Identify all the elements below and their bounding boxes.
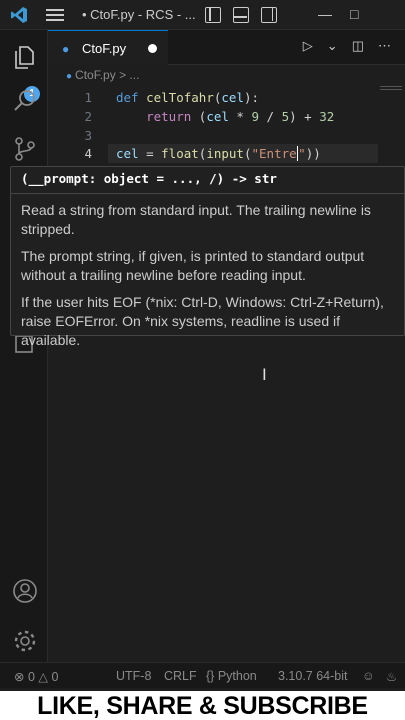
code-line[interactable]: 2 return (cel * 9 / 5) + 32	[48, 107, 378, 126]
toggle-primary-sidebar-icon[interactable]	[205, 7, 221, 23]
explorer-files-icon[interactable]	[12, 44, 38, 70]
notifications-bell-icon[interactable]: ♨	[386, 669, 397, 684]
minimize-icon[interactable]: —	[318, 6, 332, 22]
code-token: cel	[206, 109, 229, 124]
code-token: 5	[281, 109, 290, 124]
code-token: def	[116, 90, 147, 105]
code-token: 32	[319, 109, 335, 124]
code-token: 9	[251, 109, 260, 124]
braces-icon: {}	[206, 669, 215, 683]
more-actions-icon[interactable]: ⋯	[378, 38, 391, 54]
title-bar: • CtoF.py - RCS - ... — □	[0, 0, 405, 30]
python-file-icon: ●	[62, 42, 70, 56]
hover-documentation-popup: (__prompt: object = ..., /) -> str Read …	[10, 166, 405, 348]
code-token: return	[146, 109, 192, 124]
banner-text: LIKE, SHARE & SUBSCRIBE	[37, 692, 368, 720]
doc-paragraph: The prompt string, if given, is printed …	[21, 248, 365, 283]
code-token: "	[298, 146, 306, 161]
code-text: cel = float(input("Entre "))	[116, 144, 321, 163]
subscribe-banner: LIKE, SHARE & SUBSCRIBE	[0, 688, 405, 720]
code-token: input	[206, 146, 244, 161]
breadcrumb[interactable]: ● CtoF.py > ...	[66, 68, 139, 82]
python-file-icon: ●	[66, 71, 73, 82]
eol-indicator[interactable]: CRLF	[164, 669, 197, 683]
code-token: (	[243, 146, 252, 161]
code-token: /	[259, 109, 282, 124]
code-text: return (cel * 9 / 5) + 32	[116, 107, 334, 126]
signature-text: (__prompt: object = ..., /) -> str	[21, 171, 277, 186]
code-line[interactable]: 1 def celTofahr(cel):	[48, 88, 378, 107]
code-token: celTofahr	[146, 90, 214, 105]
search-icon[interactable]	[12, 88, 38, 114]
window-controls: — □	[318, 6, 358, 22]
mouse-ibeam-cursor-icon: I	[262, 365, 267, 384]
code-token: ))	[305, 146, 321, 161]
code-text: def celTofahr(cel):	[116, 88, 259, 107]
toggle-secondary-sidebar-icon[interactable]	[261, 7, 277, 23]
language-label: Python	[217, 669, 257, 683]
error-count: 0	[27, 670, 35, 684]
line-number: 4	[84, 146, 92, 161]
run-dropdown-chevron-icon[interactable]: ⌄	[327, 38, 338, 54]
layout-controls	[205, 7, 277, 23]
code-token: *	[228, 109, 252, 124]
feedback-icon[interactable]: ☺	[362, 669, 375, 683]
toggle-panel-icon[interactable]	[233, 7, 249, 23]
source-control-icon[interactable]	[12, 136, 38, 162]
breadcrumb-rest[interactable]: > ...	[119, 68, 139, 82]
status-bar: ⊗ 0 △ 0 UTF-8 CRLF {} Python 3.10.7 64-b…	[0, 662, 405, 688]
code-line[interactable]: 3	[48, 126, 378, 145]
interpreter-selector[interactable]: 3.10.7 64-bit	[278, 669, 348, 683]
warning-count: 0	[51, 670, 59, 684]
popup-separator	[11, 193, 404, 194]
doc-paragraph: If the user hits EOF (*nix: Ctrl-D, Wind…	[21, 294, 384, 348]
problems-indicator[interactable]: ⊗ 0 △ 0	[14, 669, 58, 684]
tab-ctof-py[interactable]: ● CtoF.py	[48, 30, 168, 65]
language-mode[interactable]: {} Python	[206, 669, 257, 683]
code-token: cel	[221, 90, 244, 105]
editor-actions: ▷ ⌄ ◫ ⋯	[303, 38, 391, 54]
encoding-indicator[interactable]: UTF-8	[116, 669, 151, 683]
minimap[interactable]	[380, 86, 402, 94]
tab-label: CtoF.py	[82, 41, 127, 56]
maximize-icon[interactable]: □	[350, 6, 358, 22]
split-editor-icon[interactable]: ◫	[352, 38, 364, 54]
code-token: =	[138, 146, 162, 161]
code-token: cel	[116, 146, 139, 161]
vscode-logo-icon	[11, 7, 27, 23]
editor-tab-bar: ● CtoF.py ▷ ⌄ ◫ ⋯	[48, 30, 405, 65]
code-token: "Entre	[251, 146, 297, 161]
line-number: 3	[84, 128, 92, 143]
code-token: (	[191, 109, 207, 124]
code-token: float	[161, 146, 199, 161]
accounts-icon[interactable]	[12, 578, 38, 604]
run-python-icon[interactable]: ▷	[303, 38, 313, 54]
settings-gear-icon[interactable]	[12, 628, 38, 654]
doc-paragraph: Read a string from standard input. The t…	[21, 202, 371, 237]
code-line[interactable]: 4 cel = float(input("Entre "))	[48, 144, 378, 163]
function-signature: (__prompt: object = ..., /) -> str	[21, 171, 277, 186]
line-number: 1	[84, 90, 92, 105]
breadcrumb-file[interactable]: CtoF.py	[75, 68, 116, 82]
window-title: • CtoF.py - RCS - ...	[82, 7, 196, 22]
code-token: ):	[243, 90, 260, 105]
unsaved-dot-icon[interactable]	[148, 44, 157, 53]
code-token: ) +	[289, 109, 320, 124]
line-number: 2	[84, 109, 92, 124]
hamburger-menu-icon[interactable]	[46, 9, 64, 21]
